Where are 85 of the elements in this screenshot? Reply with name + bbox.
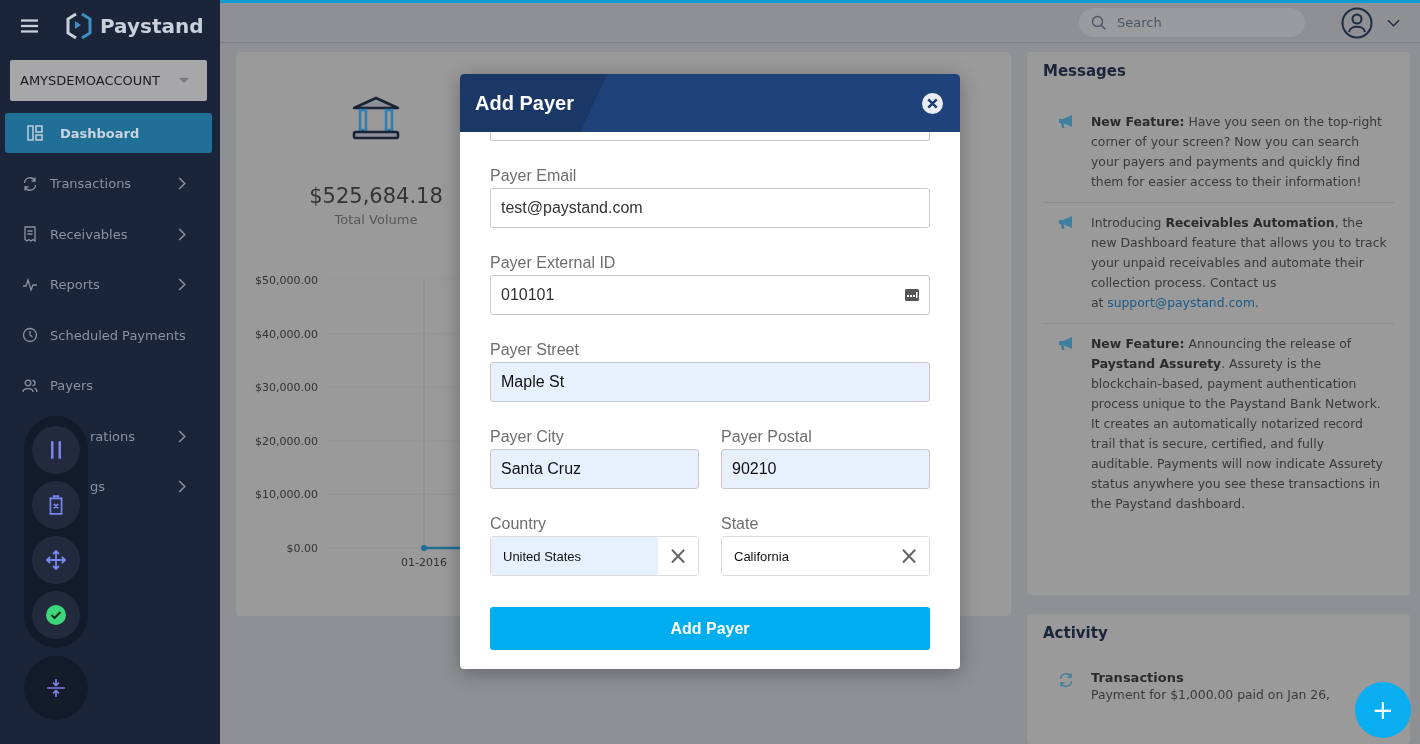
item-label: Dashboard bbox=[60, 125, 141, 141]
refresh-icon bbox=[22, 175, 38, 192]
select-field[interactable]: California × bbox=[721, 536, 930, 576]
user-avatar-icon[interactable] bbox=[1341, 6, 1373, 39]
y-axis-label: $50,000.00 bbox=[255, 274, 318, 287]
pulse-icon bbox=[22, 276, 38, 293]
activity-title: Transactions bbox=[1091, 670, 1185, 685]
brand-name: Paystand bbox=[100, 14, 204, 38]
field-label: Country bbox=[490, 515, 548, 533]
sidebar-item[interactable]: gs bbox=[5, 466, 212, 507]
menu-icon[interactable] bbox=[21, 19, 38, 33]
message-text: New Feature: Announcing the release of Paystand Assurety. Assurety is the blockchain-based, payment authentication process unique to the Paystand Bank Network. It creates an automatically notarized record trail that is secure, certified, and fully auditable. Payments will now indicate Assurety status anywhere you see these transactions in the Paystand dashboard. bbox=[1091, 335, 1384, 513]
y-axis-label: $0.00 bbox=[286, 542, 318, 555]
chevron-right-icon bbox=[178, 177, 186, 190]
input-field[interactable]: Maple St bbox=[490, 362, 930, 402]
sidebar-item[interactable]: rations bbox=[5, 416, 212, 456]
input-field[interactable]: test@paystand.com bbox=[490, 188, 930, 228]
logo-icon bbox=[64, 11, 94, 41]
trash-icon bbox=[46, 494, 66, 515]
y-axis-label: $30,000.00 bbox=[255, 381, 318, 395]
account-select[interactable]: AMYSDEMOACCOUNT bbox=[10, 60, 207, 101]
card-title: Messages bbox=[1043, 62, 1127, 80]
field-label: Payer Street bbox=[490, 341, 580, 359]
chevron-right-icon bbox=[178, 278, 186, 291]
field-label: Payer Email bbox=[490, 167, 578, 185]
clock-icon bbox=[22, 327, 38, 343]
activity-text: Payment for $1,000.00 paid on Jan 26, bbox=[1091, 687, 1330, 702]
move-icon bbox=[46, 549, 66, 570]
bank-icon bbox=[351, 96, 401, 140]
input-field[interactable] bbox=[490, 132, 930, 141]
close-icon bbox=[922, 92, 943, 114]
select-field[interactable]: United States × bbox=[490, 536, 699, 576]
keyboard-icon bbox=[905, 289, 919, 301]
pause-button[interactable] bbox=[32, 425, 80, 474]
delete-button[interactable] bbox=[32, 480, 80, 529]
sidebar-item[interactable]: Transactions bbox=[5, 163, 212, 204]
item-label: Transactions bbox=[50, 176, 133, 191]
message-text: New Feature: Have you seen on the top-right corner of your screen? Now you can search your payers and payments and quickly find them for easier access to their information! bbox=[1091, 113, 1383, 191]
card-title: Activity bbox=[1043, 624, 1109, 642]
megaphone-icon bbox=[1057, 114, 1075, 130]
y-axis-label: $40,000.00 bbox=[255, 327, 318, 341]
sidebar-item[interactable]: Reports bbox=[5, 264, 212, 305]
sidebar-item[interactable]: Scheduled Payments bbox=[5, 315, 212, 355]
x-axis-label: 01-2016 bbox=[401, 556, 447, 569]
collapse-icon bbox=[46, 678, 66, 698]
item-label: Scheduled Payments bbox=[50, 327, 187, 343]
sidebar-item[interactable]: Dashboard bbox=[5, 113, 212, 153]
chevron-right-icon bbox=[178, 227, 186, 241]
chevron-down-icon[interactable] bbox=[1387, 18, 1400, 27]
chevron-right-icon bbox=[178, 480, 186, 493]
receipt-icon bbox=[22, 226, 38, 242]
y-axis-label: $20,000.00 bbox=[255, 434, 318, 448]
item-label: Receivables bbox=[50, 226, 129, 242]
input-field[interactable]: 010101 bbox=[490, 275, 930, 315]
item-label: Payers bbox=[50, 378, 95, 393]
field-label: Payer City bbox=[490, 428, 565, 446]
email-link[interactable]: support@paystand.com bbox=[1107, 295, 1255, 310]
sidebar-item[interactable]: Payers bbox=[5, 365, 212, 406]
dialog-title: Add Payer bbox=[475, 91, 574, 115]
search-field[interactable]: Search bbox=[1079, 8, 1305, 37]
total-caption: Total Volume bbox=[334, 212, 418, 227]
field-label: State bbox=[721, 515, 760, 533]
search-icon bbox=[1091, 15, 1107, 31]
total-amount: $525,684.18 bbox=[309, 184, 443, 208]
item-label: rations bbox=[90, 428, 136, 444]
y-axis-label: $10,000.00 bbox=[255, 488, 318, 502]
move-button[interactable] bbox=[32, 535, 80, 584]
megaphone-icon bbox=[1057, 215, 1075, 231]
check-icon bbox=[46, 604, 66, 625]
item-label: Reports bbox=[50, 277, 101, 292]
input-field[interactable]: Santa Cruz bbox=[490, 449, 699, 489]
input-field[interactable]: 90210 bbox=[721, 449, 930, 489]
sidebar-item[interactable]: Receivables bbox=[5, 214, 212, 254]
data-point bbox=[421, 545, 427, 551]
field-label: Payer Postal bbox=[721, 428, 813, 446]
chevron-right-icon bbox=[178, 429, 186, 443]
refresh-icon bbox=[1057, 672, 1075, 688]
item-label: gs bbox=[90, 479, 107, 494]
megaphone-icon bbox=[1057, 336, 1075, 352]
close-button[interactable] bbox=[922, 92, 943, 114]
people-icon bbox=[22, 377, 38, 394]
message-text: Introducing Receivables Automation, the new Dashboard feature that allows you to track your unpaid receivables and automate their collection process. Contact us at support@paystand.com. bbox=[1091, 214, 1388, 312]
confirm-button[interactable] bbox=[32, 590, 80, 639]
field-label: Payer External ID bbox=[490, 254, 617, 272]
dashboard-icon bbox=[27, 125, 43, 141]
